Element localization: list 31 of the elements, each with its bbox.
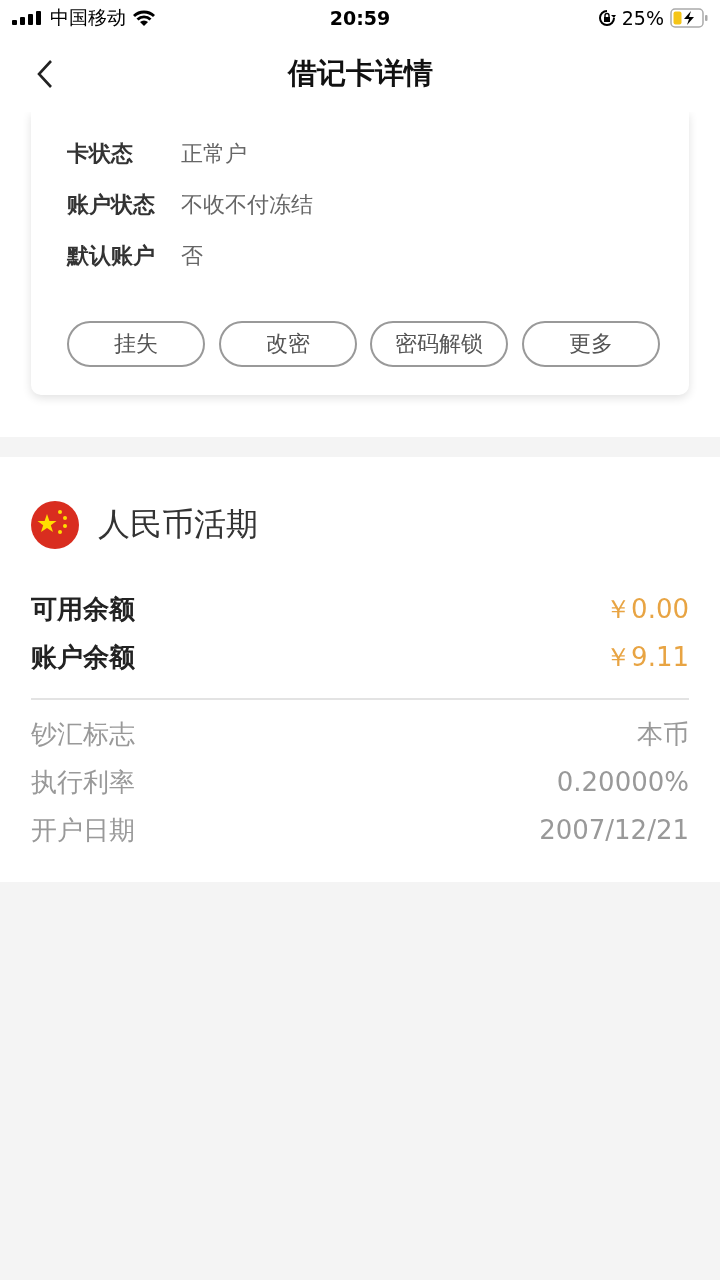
page-title: 借记卡详情 [287, 55, 433, 92]
flag-icon [31, 501, 79, 549]
balance-amount: ￥0.00 [605, 592, 689, 626]
battery-charging-icon [670, 8, 708, 28]
action-button[interactable]: 密码解锁 [370, 321, 509, 367]
info-label: 账户状态 [67, 190, 156, 219]
back-icon[interactable] [36, 59, 54, 89]
action-button[interactable]: 挂失 [67, 321, 205, 367]
detail-value: 2007/12/21 [539, 815, 689, 845]
detail-label: 执行利率 [31, 765, 135, 799]
detail-label: 钞汇标志 [31, 717, 135, 751]
action-button[interactable]: 改密 [218, 321, 357, 367]
info-value: 否 [181, 241, 203, 270]
info-label: 卡状态 [67, 139, 134, 168]
detail-label: 开户日期 [31, 813, 135, 847]
status-time: 20:59 [328, 7, 392, 29]
carrier-name: 中国移动 [50, 5, 126, 30]
rotation-lock-icon [597, 9, 616, 27]
balance-label: 可用余额 [31, 592, 135, 626]
balance-amount: ￥9.11 [605, 640, 689, 674]
info-value: 不收不付冻结 [181, 190, 313, 219]
action-button[interactable]: 更多 [521, 321, 660, 367]
signal-icon [12, 11, 44, 25]
info-value: 正常户 [181, 139, 247, 168]
detail-value: 0.20000% [556, 767, 689, 797]
wifi-icon [132, 9, 156, 27]
account-title: 人民币活期 [98, 504, 258, 545]
info-label: 默认账户 [67, 241, 156, 270]
battery-percent: 25% [621, 7, 664, 29]
detail-value: 本币 [637, 717, 689, 751]
balance-label: 账户余额 [31, 640, 135, 674]
